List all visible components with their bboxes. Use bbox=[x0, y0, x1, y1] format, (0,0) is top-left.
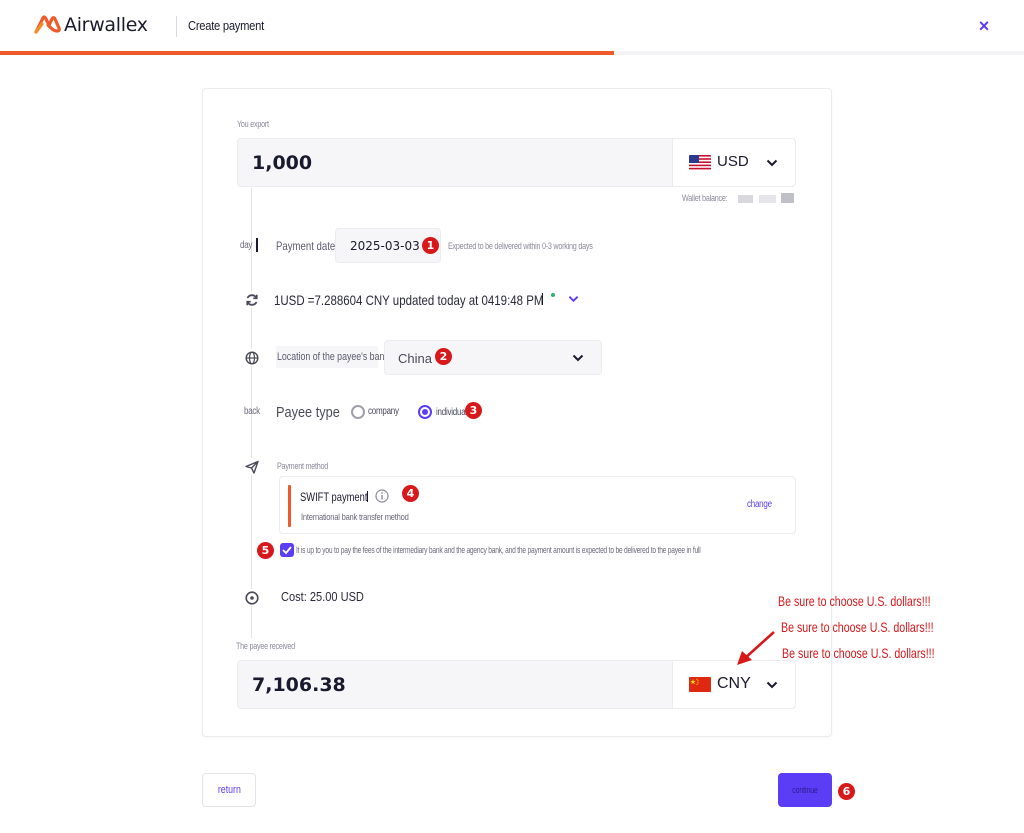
progress-fill bbox=[0, 51, 615, 55]
radio-company[interactable] bbox=[351, 405, 365, 419]
top-bar bbox=[0, 0, 1024, 52]
change-method-link[interactable]: change bbox=[747, 499, 772, 510]
location-value: China bbox=[398, 351, 432, 366]
payment-date-label: Payment date bbox=[276, 239, 336, 253]
page-title: Create payment bbox=[188, 18, 264, 33]
received-amount-value: 7,106.38 bbox=[252, 674, 346, 696]
step-badge-5: 5 bbox=[257, 542, 274, 559]
step-badge-4: 4 bbox=[402, 485, 419, 502]
delivery-hint: Expected to be delivered within 0-3 work… bbox=[448, 241, 593, 251]
method-title: SWIFT payment bbox=[300, 490, 368, 504]
step-badge-6: 6 bbox=[838, 783, 855, 800]
rate-status-dot bbox=[551, 293, 555, 297]
send-icon bbox=[243, 458, 260, 475]
close-icon[interactable]: × bbox=[974, 16, 994, 36]
return-label: return bbox=[217, 784, 241, 796]
airwallex-logo-icon bbox=[34, 15, 61, 34]
dollar-circle-icon bbox=[243, 589, 260, 606]
step-badge-3: 3 bbox=[465, 402, 482, 419]
header-divider bbox=[176, 16, 177, 37]
radio-individual[interactable] bbox=[418, 405, 432, 419]
wallet-balance-value bbox=[738, 195, 776, 203]
chevron-down-icon bbox=[766, 159, 778, 167]
wallet-balance-label: Wallet balance: bbox=[682, 193, 728, 203]
received-chevron-down-icon bbox=[766, 681, 778, 689]
fees-checkbox[interactable] bbox=[280, 543, 294, 557]
annotation-arrow-icon bbox=[737, 631, 775, 665]
export-amount-value: 1,000 bbox=[252, 152, 313, 174]
location-label: Location of the payee's bank bbox=[277, 351, 389, 363]
wallet-icon[interactable] bbox=[781, 193, 794, 203]
step-badge-2: 2 bbox=[435, 348, 452, 365]
annotation-note-2: Be sure to choose U.S. dollars!!! bbox=[781, 619, 934, 635]
refresh-icon[interactable] bbox=[243, 291, 260, 308]
location-select[interactable]: China bbox=[384, 340, 602, 375]
payment-method-card[interactable]: SWIFT payment International bank transfe… bbox=[279, 476, 796, 534]
rate-divider bbox=[542, 293, 543, 305]
method-divider bbox=[367, 491, 368, 502]
payment-date-value: 2025-03-03 bbox=[350, 239, 420, 253]
location-chevron-down-icon bbox=[572, 354, 584, 362]
text-cursor-icon bbox=[256, 238, 258, 252]
rate-chevron-down-icon[interactable] bbox=[568, 295, 579, 303]
payee-side-label: back bbox=[244, 406, 260, 417]
brand-name: Airwallex bbox=[64, 14, 148, 36]
received-amount-field[interactable]: 7,106.38 CNY bbox=[237, 660, 796, 709]
exchange-rate-text: 1USD =7.288604 CNY updated today at 0419… bbox=[274, 292, 544, 308]
annotation-note-3: Be sure to choose U.S. dollars!!! bbox=[782, 645, 935, 661]
export-currency-code: USD bbox=[717, 153, 749, 170]
china-flag-icon bbox=[689, 677, 711, 692]
cost-text: Cost: 25.00 USD bbox=[281, 589, 364, 604]
received-currency-code: CNY bbox=[717, 675, 751, 692]
date-side-label: day bbox=[240, 240, 253, 251]
export-amount-field[interactable]: 1,000 USD bbox=[237, 138, 796, 187]
continue-label: continue bbox=[792, 785, 818, 795]
return-button[interactable]: return bbox=[202, 773, 256, 807]
export-currency-select[interactable]: USD bbox=[672, 139, 795, 186]
annotation-note-1: Be sure to choose U.S. dollars!!! bbox=[778, 593, 931, 609]
export-label: You export bbox=[237, 119, 269, 129]
step-badge-1: 1 bbox=[422, 237, 439, 254]
globe-icon bbox=[243, 349, 260, 366]
payee-type-label: Payee type bbox=[276, 404, 340, 421]
method-accent-bar bbox=[288, 485, 291, 527]
continue-button[interactable]: continue bbox=[778, 773, 832, 807]
radio-company-label[interactable]: company bbox=[368, 406, 399, 417]
radio-individual-label[interactable]: individual bbox=[436, 407, 467, 418]
method-subtitle: International bank transfer method bbox=[301, 512, 409, 523]
checkmark-icon bbox=[282, 546, 292, 555]
us-flag-icon bbox=[689, 155, 711, 170]
received-label: The payee received bbox=[236, 641, 295, 651]
payment-method-label: Payment method bbox=[277, 461, 329, 471]
info-icon[interactable] bbox=[375, 489, 389, 503]
fees-text: It is up to you to pay the fees of the i… bbox=[296, 545, 701, 556]
airwallex-logo: Airwallex bbox=[33, 14, 148, 36]
